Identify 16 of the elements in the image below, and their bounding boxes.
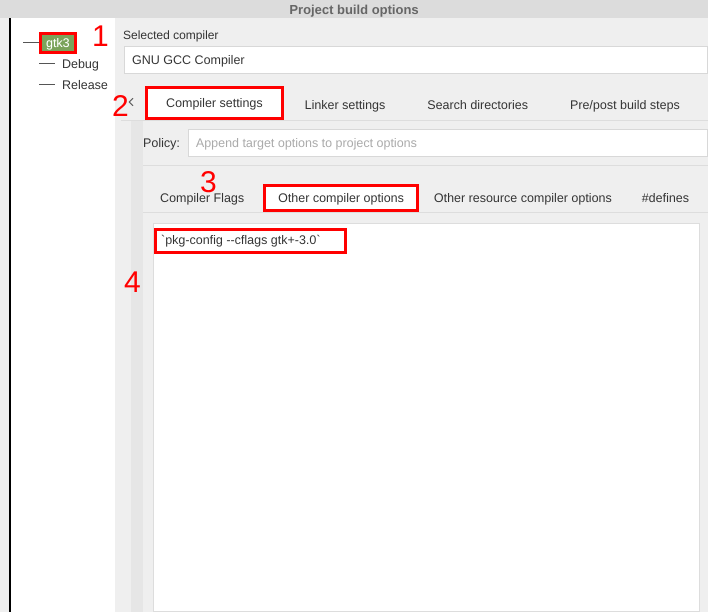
tab[interactable]: Search directories (406, 90, 549, 120)
tab[interactable]: Linker settings (284, 90, 406, 120)
annotation-number: 1 (92, 22, 109, 52)
window-title: Project build options (289, 2, 419, 16)
tree-item[interactable]: Debug (55, 52, 106, 74)
tab[interactable]: #defines (630, 184, 700, 212)
tab[interactable]: Pre/post build steps (548, 90, 701, 120)
tab[interactable]: Other resource compiler options (422, 184, 623, 212)
group-label: Selected compiler (123, 28, 220, 42)
compiler-dropdown[interactable]: GNU GCC Compiler (124, 46, 708, 74)
tree-item[interactable]: Release (55, 74, 115, 96)
tab[interactable]: Other compiler options (263, 184, 419, 212)
annotation-number: 4 (124, 268, 141, 298)
annotation-number: 2 (112, 92, 129, 122)
tab[interactable]: Compiler settings (145, 86, 284, 120)
policy-label: Policy: (143, 136, 180, 150)
